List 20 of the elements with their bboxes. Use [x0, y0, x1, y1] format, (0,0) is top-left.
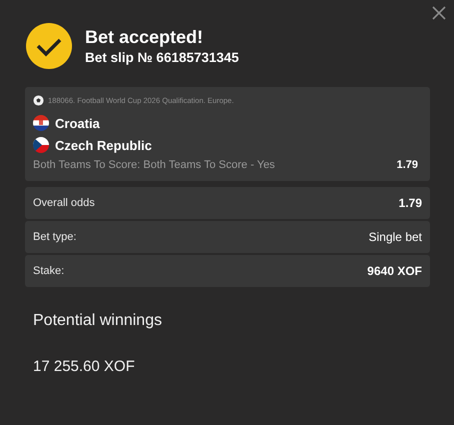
winnings-value: 17 255.60 XOF — [33, 358, 136, 375]
summary-value: 1.79 — [398, 196, 422, 210]
summary-label: Stake: — [33, 265, 64, 277]
odds-value: 1.79 — [396, 159, 418, 171]
checkmark-icon — [25, 22, 73, 70]
soccer-ball-icon — [33, 95, 44, 106]
croatia-flag-icon — [33, 115, 49, 131]
summary-label: Bet type: — [33, 231, 76, 243]
czech-flag-icon — [33, 137, 49, 153]
market-text: Both Teams To Score: Both Teams To Score - Yes — [33, 159, 275, 171]
team-name: Czech Republic — [55, 138, 152, 152]
dialog-title: Bet accepted! — [85, 27, 204, 48]
winnings-label: Potential winnings — [33, 312, 163, 330]
team-name: Croatia — [55, 116, 100, 130]
summary-label: Overall odds — [33, 197, 95, 209]
close-button[interactable] — [430, 4, 448, 22]
close-icon — [430, 4, 448, 22]
summary-value: Single bet — [368, 230, 422, 244]
summary-value: 9640 XOF — [367, 264, 422, 278]
bet-slip-number: Bet slip № 66185731345 — [85, 50, 239, 65]
